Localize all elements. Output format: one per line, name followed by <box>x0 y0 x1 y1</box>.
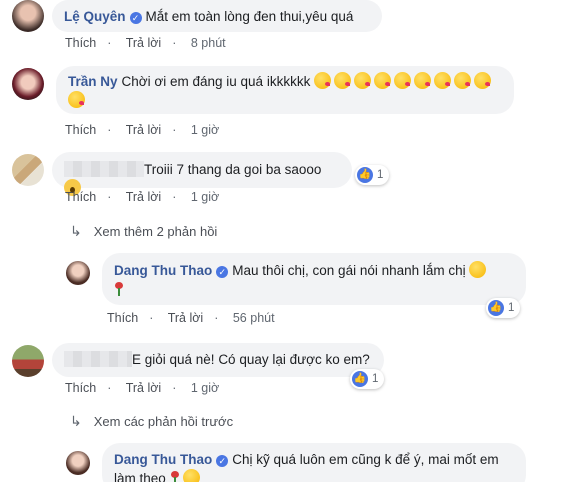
view-previous-replies[interactable]: ↳ Xem các phản hồi trước <box>70 413 233 430</box>
comment-4: E giỏi quá nè! Có quay lại được ko em? <box>12 343 384 377</box>
timestamp[interactable]: 1 giờ <box>191 190 219 204</box>
comment-text: Mau thôi chị, con gái nói nhanh lắm chị <box>232 263 466 278</box>
avatar[interactable] <box>12 345 44 377</box>
verified-badge-icon: ✓ <box>216 266 229 278</box>
reply-link[interactable]: Trả lời <box>126 381 162 395</box>
like-link[interactable]: Thích <box>65 381 96 395</box>
rose-emoji-icon <box>170 471 180 482</box>
avatar[interactable] <box>12 154 44 186</box>
like-link[interactable]: Thích <box>65 123 96 137</box>
timestamp[interactable]: 1 giờ <box>191 381 219 395</box>
timestamp[interactable]: 56 phút <box>233 311 275 325</box>
reply-link[interactable]: Trả lời <box>168 311 204 325</box>
reply-1: Dang Thu Thao ✓ Mau thôi chị, con gái nói … <box>66 253 526 305</box>
avatar[interactable] <box>12 0 44 32</box>
verified-badge-icon: ✓ <box>216 455 229 467</box>
comment-bubble: Trần Ny Chời ơi em đáng iu quá ikkkkkk <box>56 66 514 114</box>
reaction-count[interactable]: 👍 1 <box>486 298 521 318</box>
reply-link[interactable]: Trả lời <box>126 36 162 50</box>
reaction-count[interactable]: 👍 1 <box>350 369 385 389</box>
comment-text: E giỏi quá nè! Có quay lại được ko em? <box>132 352 370 367</box>
redacted-name <box>64 351 132 367</box>
rose-emoji-icon <box>114 282 124 296</box>
like-reaction-icon: 👍 <box>357 167 373 183</box>
like-reaction-icon: 👍 <box>488 300 504 316</box>
comment-text: Troiii 7 thang da goi ba saooo <box>144 162 322 177</box>
author-name[interactable]: Dang Thu Thao <box>114 452 212 467</box>
reply-link[interactable]: Trả lời <box>126 123 162 137</box>
view-more-replies[interactable]: ↳ Xem thêm 2 phản hồi <box>70 223 217 240</box>
comment-1: Lệ Quyên ✓ Mắt em toàn lòng đen thui,yêu q… <box>12 0 382 32</box>
comment-bubble: Troiii 7 thang da goi ba saooo <box>52 152 352 196</box>
reply-link[interactable]: Trả lời <box>126 190 162 204</box>
comment-actions: Thích · Trả lời · 1 giờ <box>65 381 220 395</box>
comment-bubble: Dang Thu Thao ✓ Mau thôi chị, con gái nói … <box>102 253 526 305</box>
comment-text: Chời ơi em đáng iu quá ikkkkkk <box>121 74 311 89</box>
timestamp[interactable]: 1 giờ <box>191 123 219 137</box>
reaction-count[interactable]: 👍 1 <box>355 165 390 185</box>
reply-2: Dang Thu Thao ✓ Chị kỹ quá luôn em cũng k … <box>66 443 526 482</box>
comment-2: Trần Ny Chời ơi em đáng iu quá ikkkkkk <box>12 66 514 114</box>
comment-actions: Thích · Trả lời · 56 phút <box>107 311 275 325</box>
verified-badge-icon: ✓ <box>129 12 142 24</box>
comment-bubble: Lệ Quyên ✓ Mắt em toàn lòng đen thui,yêu q… <box>52 0 382 32</box>
comment-bubble: Dang Thu Thao ✓ Chị kỹ quá luôn em cũng k … <box>102 443 526 482</box>
like-reaction-icon: 👍 <box>352 371 368 387</box>
separator: · <box>172 36 177 50</box>
like-link[interactable]: Thích <box>65 190 96 204</box>
author-name[interactable]: Lệ Quyên <box>64 9 126 24</box>
comment-actions: Thích · Trả lời · 1 giờ <box>65 123 220 137</box>
avatar[interactable] <box>66 451 90 475</box>
like-link[interactable]: Thích <box>107 311 138 325</box>
redacted-name <box>64 161 144 177</box>
reply-arrow-icon: ↳ <box>70 223 82 239</box>
comment-text: Mắt em toàn lòng đen thui,yêu quá <box>145 9 354 24</box>
author-name[interactable]: Trần Ny <box>68 74 118 89</box>
smile-emoji-icon <box>469 261 487 278</box>
reply-arrow-icon: ↳ <box>70 413 82 429</box>
comment-actions: Thích · Trả lời · 1 giờ <box>65 190 220 204</box>
comment-actions: Thích · Trả lời · 8 phút <box>65 36 237 50</box>
avatar[interactable] <box>12 68 44 100</box>
like-link[interactable]: Thích <box>65 36 96 50</box>
comment-bubble: E giỏi quá nè! Có quay lại được ko em? <box>52 343 384 377</box>
laughing-emoji-icon <box>183 469 201 482</box>
author-name[interactable]: Dang Thu Thao <box>114 263 212 278</box>
timestamp[interactable]: 8 phút <box>191 36 226 50</box>
avatar[interactable] <box>66 261 90 285</box>
comment-3: Troiii 7 thang da goi ba saooo <box>12 152 352 196</box>
separator: · <box>107 36 112 50</box>
